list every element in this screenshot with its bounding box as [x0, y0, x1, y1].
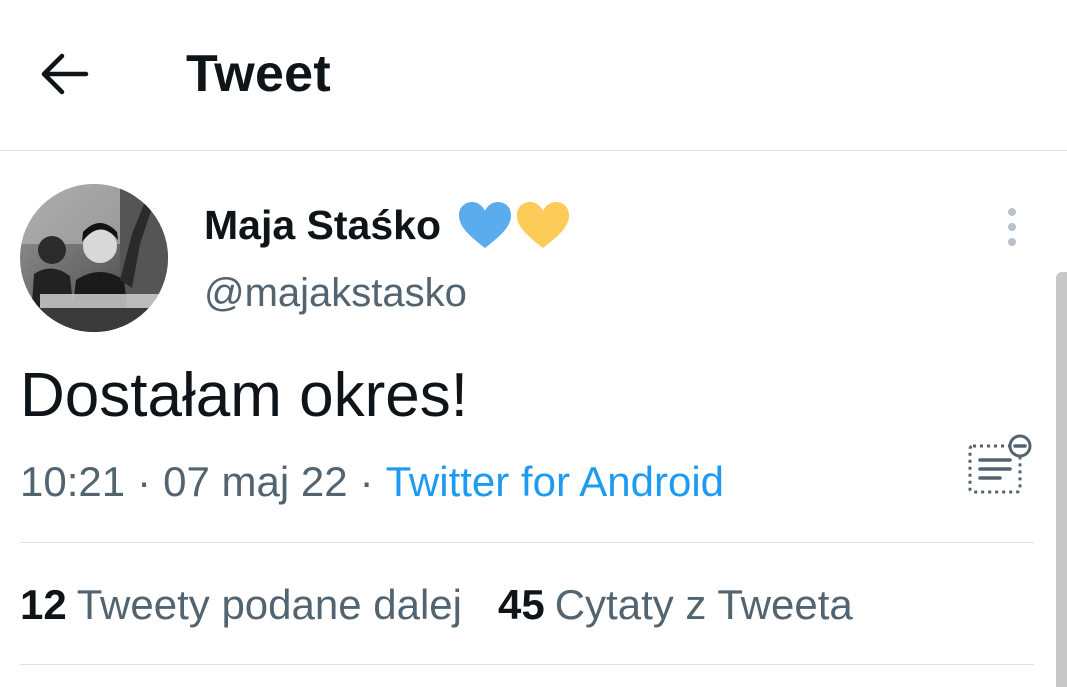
separator-dot: · — [359, 458, 374, 505]
quotes-stat[interactable]: 45 Cytaty z Tweeta — [498, 578, 853, 632]
tweet-time: 10:21 — [20, 458, 126, 505]
badge-hearts — [457, 200, 571, 250]
retweets-label: Tweety podane dalej — [76, 581, 462, 628]
author-name-text: Maja Staśko — [204, 202, 441, 248]
author-handle[interactable]: @majakstasko — [204, 268, 467, 318]
retweets-count: 12 — [20, 581, 67, 628]
divider — [20, 542, 1034, 543]
notes-icon — [968, 434, 1032, 494]
avatar[interactable] — [20, 184, 168, 332]
arrow-left-icon — [41, 53, 89, 95]
back-button[interactable] — [28, 43, 100, 105]
tweet-source-link[interactable]: Twitter for Android — [386, 458, 724, 505]
more-options-button[interactable] — [990, 205, 1034, 249]
avatar-photo — [20, 184, 168, 332]
tweet-date: 07 maj 22 — [163, 458, 348, 505]
blue-heart-icon — [459, 202, 511, 248]
tweet-stats: 12 Tweety podane dalej 45 Cytaty z Tweeta — [20, 578, 889, 632]
yellow-heart-icon — [517, 202, 569, 248]
tweet-metadata: 10:21 · 07 maj 22 · Twitter for Android — [20, 455, 724, 509]
author-name[interactable]: Maja Staśko — [204, 200, 571, 250]
separator-dot: · — [137, 458, 152, 505]
scrollbar[interactable] — [1056, 272, 1067, 687]
notes-button[interactable] — [964, 432, 1036, 498]
tweet-page: Tweet Maja Staśko @majakstasko Dostałam … — [0, 0, 1067, 687]
quotes-label: Cytaty z Tweeta — [554, 581, 853, 628]
divider — [20, 664, 1034, 665]
page-title: Tweet — [186, 45, 332, 103]
tweet-text: Dostałam okres! — [20, 361, 468, 430]
header-bar: Tweet — [0, 0, 1067, 151]
retweets-stat[interactable]: 12 Tweety podane dalej — [20, 578, 462, 632]
more-vertical-icon — [1008, 208, 1016, 246]
quotes-count: 45 — [498, 581, 545, 628]
